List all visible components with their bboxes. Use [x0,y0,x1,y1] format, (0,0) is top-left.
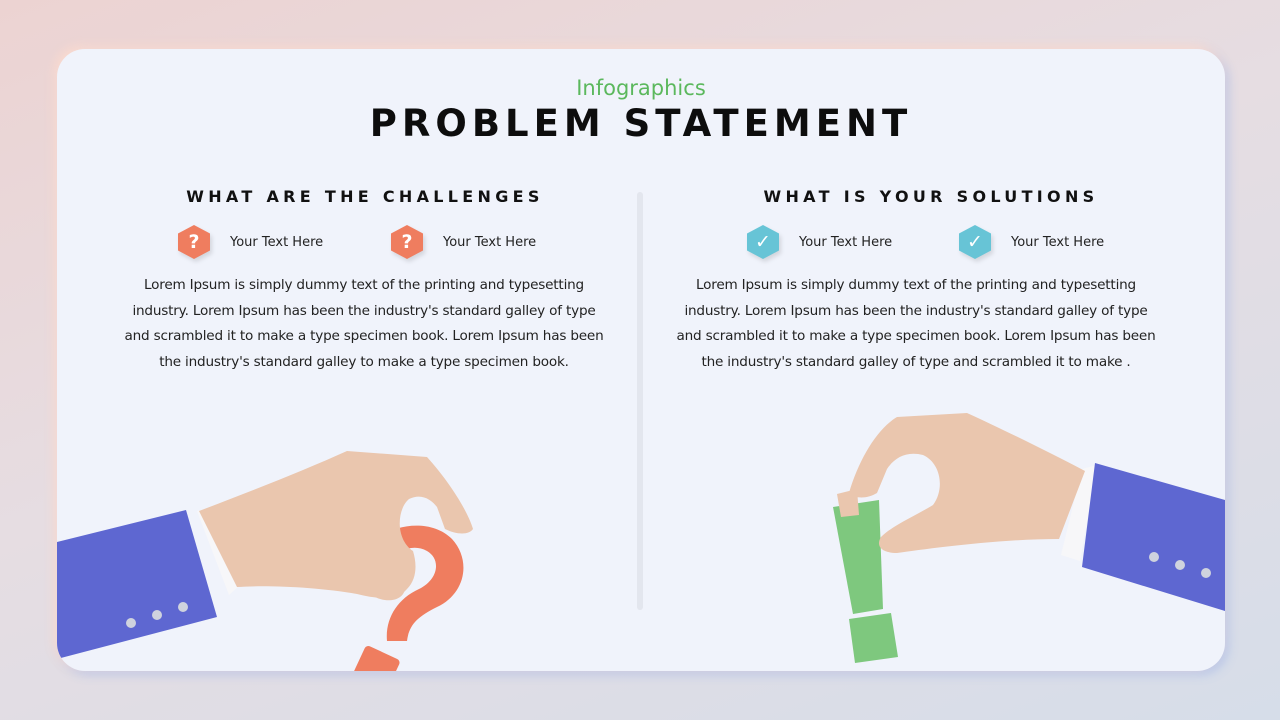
cuff-button [1201,568,1211,578]
exclamation-mark-icon [833,500,898,663]
cuff-button [152,610,162,620]
checkmark-hexagon-icon: ✓ [747,225,779,259]
solution-item-label: Your Text Here [799,234,893,250]
slide-card: Infographics PROBLEM STATEMENT WHAT ARE … [57,49,1225,671]
solution-item-label: Your Text Here [1011,234,1105,250]
solutions-description: Lorem Ipsum is simply dummy text of the … [676,277,1156,370]
checkmark-hexagon-icon: ✓ [959,225,991,259]
challenge-item-label: Your Text Here [443,234,537,250]
hand-exclamation-illustration [833,413,1225,663]
hand-question-illustration [57,451,473,671]
hand [849,413,1085,553]
solutions-heading: WHAT IS YOUR SOLUTIONS [763,187,1099,206]
sleeve [1082,463,1225,611]
challenge-item-label: Your Text Here [230,234,324,250]
cuff-button [126,618,136,628]
hand [199,451,473,598]
question-hexagon-icon: ? [391,225,423,259]
cuff-button [1149,552,1159,562]
challenges-description: Lorem Ipsum is simply dummy text of the … [124,277,604,370]
challenge-item-2: ? Your Text Here [391,225,536,259]
slide-title: PROBLEM STATEMENT [369,102,913,145]
slide-subtitle: Infographics [576,76,706,100]
cuff-button [1175,560,1185,570]
section-divider [637,192,643,610]
sleeve [57,510,217,659]
cuff-button [178,602,188,612]
solution-item-2: ✓ Your Text Here [959,225,1104,259]
challenge-item-1: ? Your Text Here [178,225,323,259]
challenges-heading: WHAT ARE THE CHALLENGES [186,187,544,206]
solution-item-1: ✓ Your Text Here [747,225,892,259]
question-hexagon-icon: ? [178,225,210,259]
